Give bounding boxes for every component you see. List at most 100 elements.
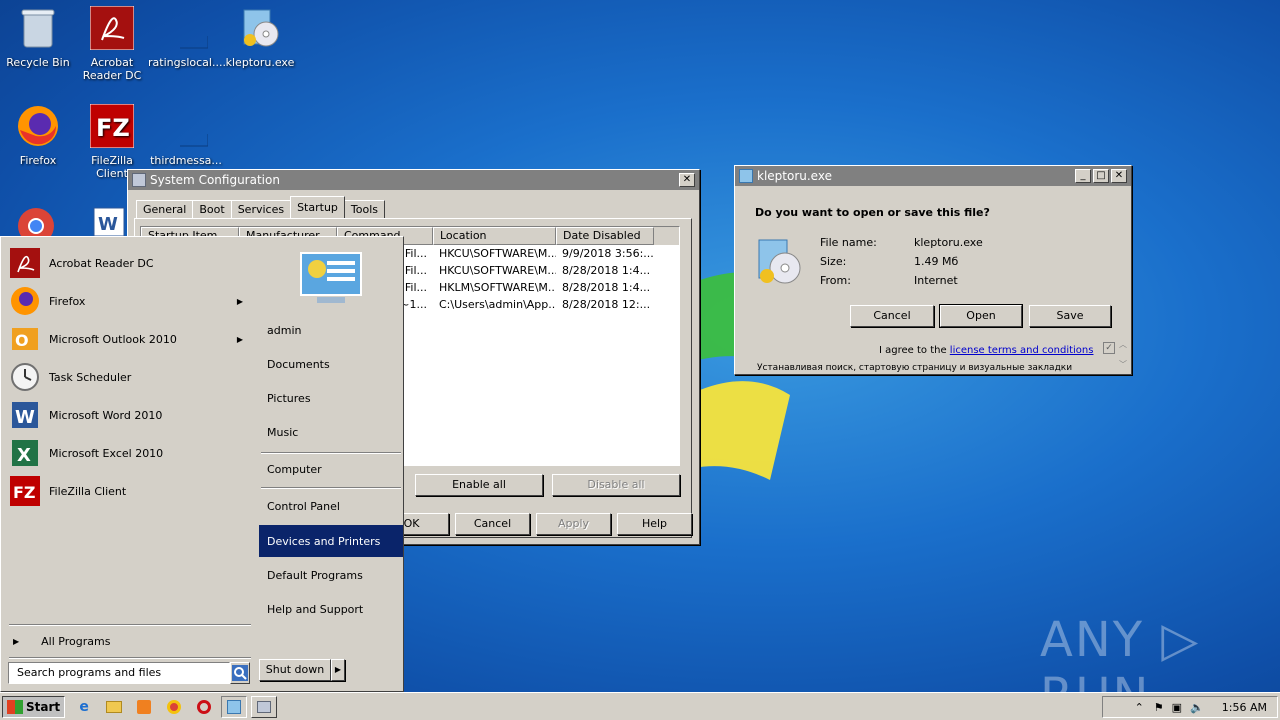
desktop-icon-kleptoru[interactable]: kleptoru.exe: [222, 6, 298, 69]
flag-icon[interactable]: ⚑: [1154, 701, 1164, 714]
file-icon: [164, 104, 208, 148]
windows-flag-icon: [7, 699, 23, 714]
disable-all-button[interactable]: Disable all: [552, 474, 680, 496]
program-filezilla[interactable]: FZ FileZilla Client: [9, 473, 249, 509]
program-task-scheduler[interactable]: Task Scheduler: [9, 359, 249, 395]
word-doc-icon: W: [90, 206, 130, 237]
apply-button[interactable]: Apply: [536, 513, 611, 535]
maximize-button[interactable]: □: [1093, 169, 1109, 183]
shutdown-button[interactable]: Shut down: [259, 659, 331, 681]
sysconfig-title: System Configuration: [150, 173, 280, 187]
close-button[interactable]: ✕: [679, 173, 695, 187]
acrobat-icon: [90, 6, 134, 50]
taskbar-msconfig-icon[interactable]: [251, 695, 278, 718]
place-devices-and-printers[interactable]: Devices and Printers: [259, 525, 403, 557]
place-music[interactable]: Music: [259, 416, 403, 448]
filezilla-icon: FZ: [9, 475, 41, 507]
start-button[interactable]: Start: [2, 695, 66, 718]
system-tray: ⌃ ⚑ ▣ 🔈 1:56 AM: [1102, 696, 1278, 718]
tab-startup[interactable]: Startup: [290, 196, 345, 218]
installer-icon: [739, 169, 753, 183]
enable-all-button[interactable]: Enable all: [415, 474, 543, 496]
svg-text:W: W: [98, 214, 118, 235]
sysconfig-titlebar[interactable]: System Configuration ✕: [128, 170, 699, 190]
show-hidden-icons-icon[interactable]: ⌃: [1135, 701, 1144, 714]
taskbar-installer-icon[interactable]: [221, 695, 248, 718]
opera-icon[interactable]: [193, 696, 215, 718]
all-programs-button[interactable]: ▶ All Programs: [13, 635, 110, 648]
from-value: Internet: [914, 274, 958, 287]
scroll-arrows[interactable]: ︿ ﹀: [1119, 340, 1127, 370]
program-word[interactable]: W Microsoft Word 2010: [9, 397, 249, 433]
acrobat-icon: [9, 247, 41, 279]
size-label: Size:: [820, 255, 847, 268]
search-input[interactable]: Search programs and files: [8, 662, 230, 684]
submenu-arrow-icon: ▶: [236, 334, 243, 344]
desktop-icon-recycle-bin[interactable]: Recycle Bin: [0, 6, 76, 69]
installer-icon: [755, 236, 803, 288]
download-title: kleptoru.exe: [757, 169, 832, 183]
sysconfig-tabs: General Boot Services Startup Tools: [136, 196, 386, 218]
firefox-icon: [16, 104, 60, 148]
program-acrobat[interactable]: Acrobat Reader DC: [9, 245, 249, 281]
network-icon[interactable]: ▣: [1172, 701, 1182, 714]
program-firefox[interactable]: Firefox ▶: [9, 283, 249, 319]
file-icon: [164, 6, 208, 50]
start-menu: Acrobat Reader DC Firefox ▶ O Microsoft …: [0, 236, 404, 692]
tab-tools[interactable]: Tools: [343, 200, 386, 218]
tab-general[interactable]: General: [136, 200, 194, 218]
column-location[interactable]: Location: [433, 227, 556, 245]
tab-boot[interactable]: Boot: [192, 200, 232, 218]
divider: [9, 657, 251, 659]
save-button[interactable]: Save: [1029, 305, 1111, 327]
media-player-icon[interactable]: [133, 696, 155, 718]
chrome-icon[interactable]: [163, 696, 185, 718]
place-computer[interactable]: Computer: [259, 453, 403, 485]
svg-text:FZ: FZ: [96, 114, 130, 142]
place-help-and-support[interactable]: Help and Support: [259, 593, 403, 625]
desktop-icon-firefox[interactable]: Firefox: [0, 104, 76, 167]
desktop-icon-ratingslocal[interactable]: ratingslocal....: [148, 6, 226, 69]
agree-text: I agree to the license terms and conditi…: [879, 345, 1094, 356]
desktop-icon-thirdmessa[interactable]: thirdmessa...: [148, 104, 224, 167]
tab-services[interactable]: Services: [230, 200, 292, 218]
taskbar: Start e ⌃ ⚑ ▣ 🔈 1:56 AM: [0, 692, 1280, 720]
desktop-icon-acrobat[interactable]: Acrobat Reader DC: [74, 6, 150, 82]
place-control-panel[interactable]: Control Panel: [259, 490, 403, 522]
download-cancel-button[interactable]: Cancel: [850, 305, 934, 327]
license-link[interactable]: license terms and conditions: [950, 345, 1094, 356]
firefox-icon: [9, 285, 41, 317]
shutdown-options-button[interactable]: ▶: [331, 659, 345, 681]
place-documents[interactable]: Documents: [259, 348, 403, 380]
divider: [261, 487, 401, 489]
cancel-button[interactable]: Cancel: [455, 513, 530, 535]
clock[interactable]: 1:56 AM: [1222, 701, 1267, 714]
file-name-value: kleptoru.exe: [914, 236, 983, 249]
file-name-label: File name:: [820, 236, 877, 249]
download-question: Do you want to open or save this file?: [755, 206, 990, 219]
close-button[interactable]: ✕: [1111, 169, 1127, 183]
ie-icon[interactable]: e: [73, 696, 95, 718]
agree-checkbox[interactable]: ✓: [1103, 342, 1115, 354]
help-button[interactable]: Help: [617, 513, 692, 535]
place-default-programs[interactable]: Default Programs: [259, 559, 403, 591]
explorer-folder-icon[interactable]: [103, 696, 125, 718]
divider: [9, 624, 251, 626]
program-outlook[interactable]: O Microsoft Outlook 2010 ▶: [9, 321, 249, 357]
column-date-disabled[interactable]: Date Disabled: [556, 227, 654, 245]
clock-icon: [9, 361, 41, 393]
svg-text:O: O: [15, 331, 29, 350]
svg-text:W: W: [15, 407, 35, 428]
start-menu-places: admin Documents Pictures Music Computer …: [255, 237, 405, 691]
place-admin[interactable]: admin: [259, 314, 403, 346]
minimize-button[interactable]: _: [1075, 169, 1091, 183]
from-label: From:: [820, 274, 851, 287]
search-icon[interactable]: [230, 662, 250, 684]
recycle-bin-icon: [16, 6, 60, 50]
place-pictures[interactable]: Pictures: [259, 382, 403, 414]
program-excel[interactable]: X Microsoft Excel 2010: [9, 435, 249, 471]
download-titlebar[interactable]: kleptoru.exe _ □ ✕: [735, 166, 1131, 186]
word-icon: W: [9, 399, 41, 431]
volume-icon[interactable]: 🔈: [1190, 701, 1204, 714]
open-button[interactable]: Open: [939, 304, 1023, 328]
